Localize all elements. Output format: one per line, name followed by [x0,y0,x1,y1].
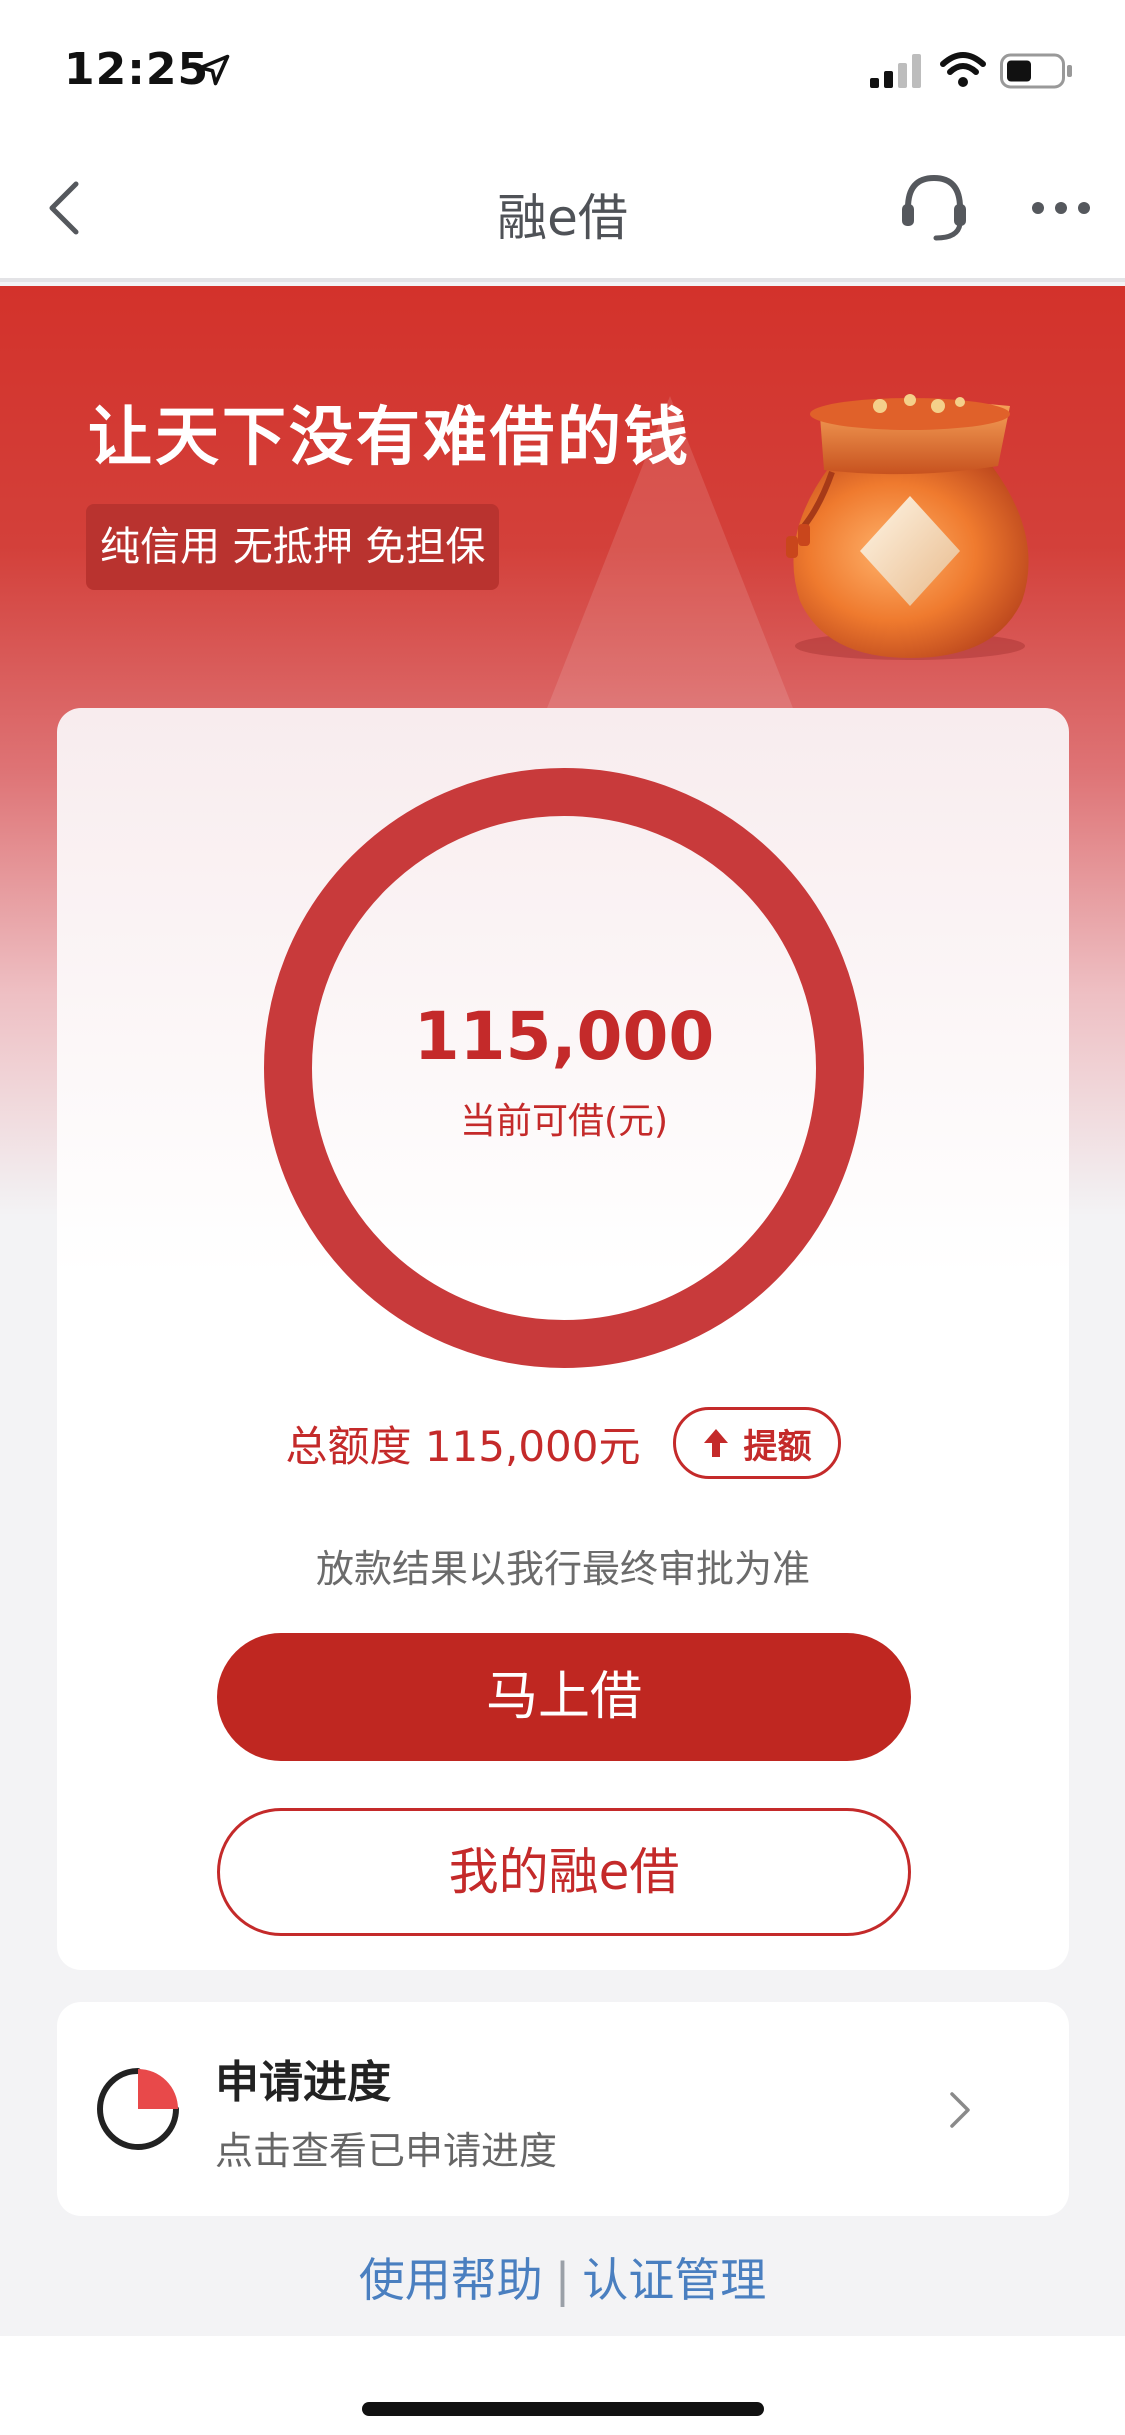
credit-card: 115,000 当前可借(元) 总额度 115,000元 提额 放款结果以我行最… [57,708,1069,1970]
available-label: 当前可借(元) [459,1101,669,1142]
status-time: 12:25 [64,44,210,95]
progress-title: 申请进度 [215,2057,391,2108]
approval-disclaimer: 放款结果以我行最终审批为准 [315,1547,810,1591]
location-arrow-icon [198,54,230,86]
available-amount: 115,000 [413,998,715,1075]
progress-pie-icon [97,2068,179,2150]
hero-title: 让天下没有难借的钱 [88,401,691,475]
money-bag-icon [786,394,1029,660]
headset-icon[interactable] [896,168,972,244]
up-arrow-icon [703,1429,728,1457]
nav-bar: 融e借 [0,140,1125,282]
raise-limit-label: 提额 [743,1426,812,1467]
hero-badge: 纯信用 无抵押 免担保 [86,504,500,590]
footer-links: 使用帮助 | 认证管理 [0,2244,1125,2310]
wifi-icon [940,52,986,87]
battery-icon [1000,53,1072,89]
status-bar: 12:25 [0,0,1125,140]
chevron-right-icon [950,2092,970,2128]
application-progress-card[interactable]: 申请进度 点击查看已申请进度 [57,2002,1069,2216]
home-indicator-area [0,2336,1125,2435]
progress-subtitle: 点击查看已申请进度 [215,2129,558,2173]
footer-separator: | [554,2253,571,2307]
home-indicator[interactable] [362,2402,764,2416]
raise-limit-button[interactable]: 提额 [672,1407,841,1479]
borrow-now-button[interactable]: 马上借 [217,1633,911,1761]
more-icon[interactable] [1030,200,1092,216]
total-limit-row: 总额度 115,000元 提额 [57,1403,1069,1483]
signal-icon [870,54,921,88]
auth-management-link[interactable]: 认证管理 [582,2253,766,2307]
total-limit-label: 总额度 115,000元 [285,1421,641,1471]
screen: 12:25 融e借 让天下没有难借的钱 纯信用 无抵押 免担保 115,000 … [0,0,1125,2435]
my-loan-button[interactable]: 我的融e借 [217,1808,911,1936]
help-link[interactable]: 使用帮助 [359,2253,543,2307]
